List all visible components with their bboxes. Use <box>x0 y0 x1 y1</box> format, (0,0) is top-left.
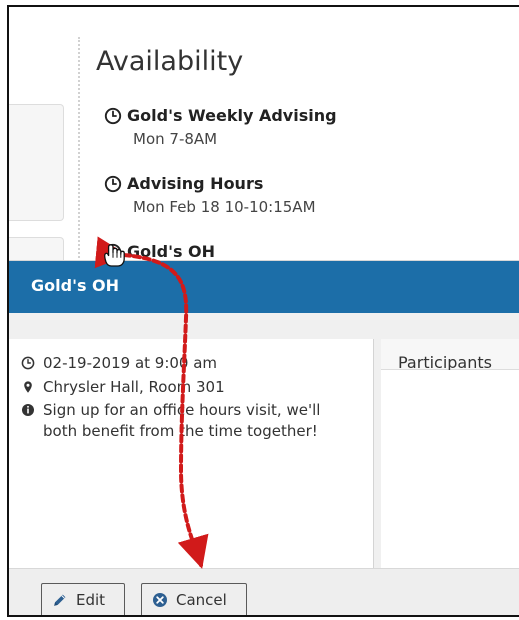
modal-title: Gold's OH <box>31 276 120 295</box>
modal-header: Gold's OH <box>9 261 519 313</box>
availability-item-time: Mon 7-8AM <box>133 130 218 148</box>
clock-icon <box>104 107 122 124</box>
appointment-date-row: 02-19-2019 at 9:00 am <box>21 353 356 374</box>
screenshot-canvas: Availability Gold's Weekly Advising Mon … <box>0 0 519 620</box>
appointment-modal: Gold's OH 02-19-2019 at 9:00 am Chrysler… <box>9 260 519 615</box>
pencil-icon <box>54 594 66 606</box>
edit-button-label: Edit <box>76 591 106 609</box>
clock-icon <box>21 356 35 370</box>
appointment-location-row: Chrysler Hall, Room 301 <box>21 377 356 398</box>
appointment-description: Sign up for an office hours visit, we'll… <box>43 401 321 440</box>
cancel-icon <box>153 593 167 607</box>
availability-item-time: Mon Feb 18 10-10:15AM <box>133 198 316 216</box>
availability-item-weekly-advising[interactable]: Gold's Weekly Advising Mon 7-8AM <box>104 103 484 171</box>
availability-item-advising-hours[interactable]: Advising Hours Mon Feb 18 10-10:15AM <box>104 171 484 239</box>
availability-item-name: Advising Hours <box>127 174 264 193</box>
screenshot-frame: Availability Gold's Weekly Advising Mon … <box>7 5 519 617</box>
clock-icon <box>104 175 122 192</box>
cancel-button[interactable]: Cancel <box>141 583 247 615</box>
availability-title: Availability <box>96 46 244 77</box>
dotted-divider <box>78 37 80 269</box>
appointment-location: Chrysler Hall, Room 301 <box>43 378 225 396</box>
modal-body: 02-19-2019 at 9:00 am Chrysler Hall, Roo… <box>9 313 519 568</box>
appointment-description-row: Sign up for an office hours visit, we'll… <box>21 400 356 442</box>
appointment-details-panel: 02-19-2019 at 9:00 am Chrysler Hall, Roo… <box>9 339 374 568</box>
cancel-button-label: Cancel <box>176 591 227 609</box>
participants-header: Participants <box>381 339 519 372</box>
availability-item-row[interactable]: Advising Hours <box>104 171 484 196</box>
participants-panel <box>381 370 519 568</box>
map-pin-icon <box>24 381 32 393</box>
availability-item-name: Gold's OH <box>127 242 216 261</box>
edit-button[interactable]: Edit <box>41 583 125 615</box>
info-icon <box>22 404 34 416</box>
availability-item-row[interactable]: Gold's Weekly Advising <box>104 103 484 128</box>
left-summary-card <box>9 104 64 221</box>
clock-icon <box>104 243 122 260</box>
appointment-date: 02-19-2019 at 9:00 am <box>43 354 218 372</box>
modal-footer: Edit Cancel <box>9 568 519 615</box>
availability-item-name: Gold's Weekly Advising <box>127 106 337 125</box>
